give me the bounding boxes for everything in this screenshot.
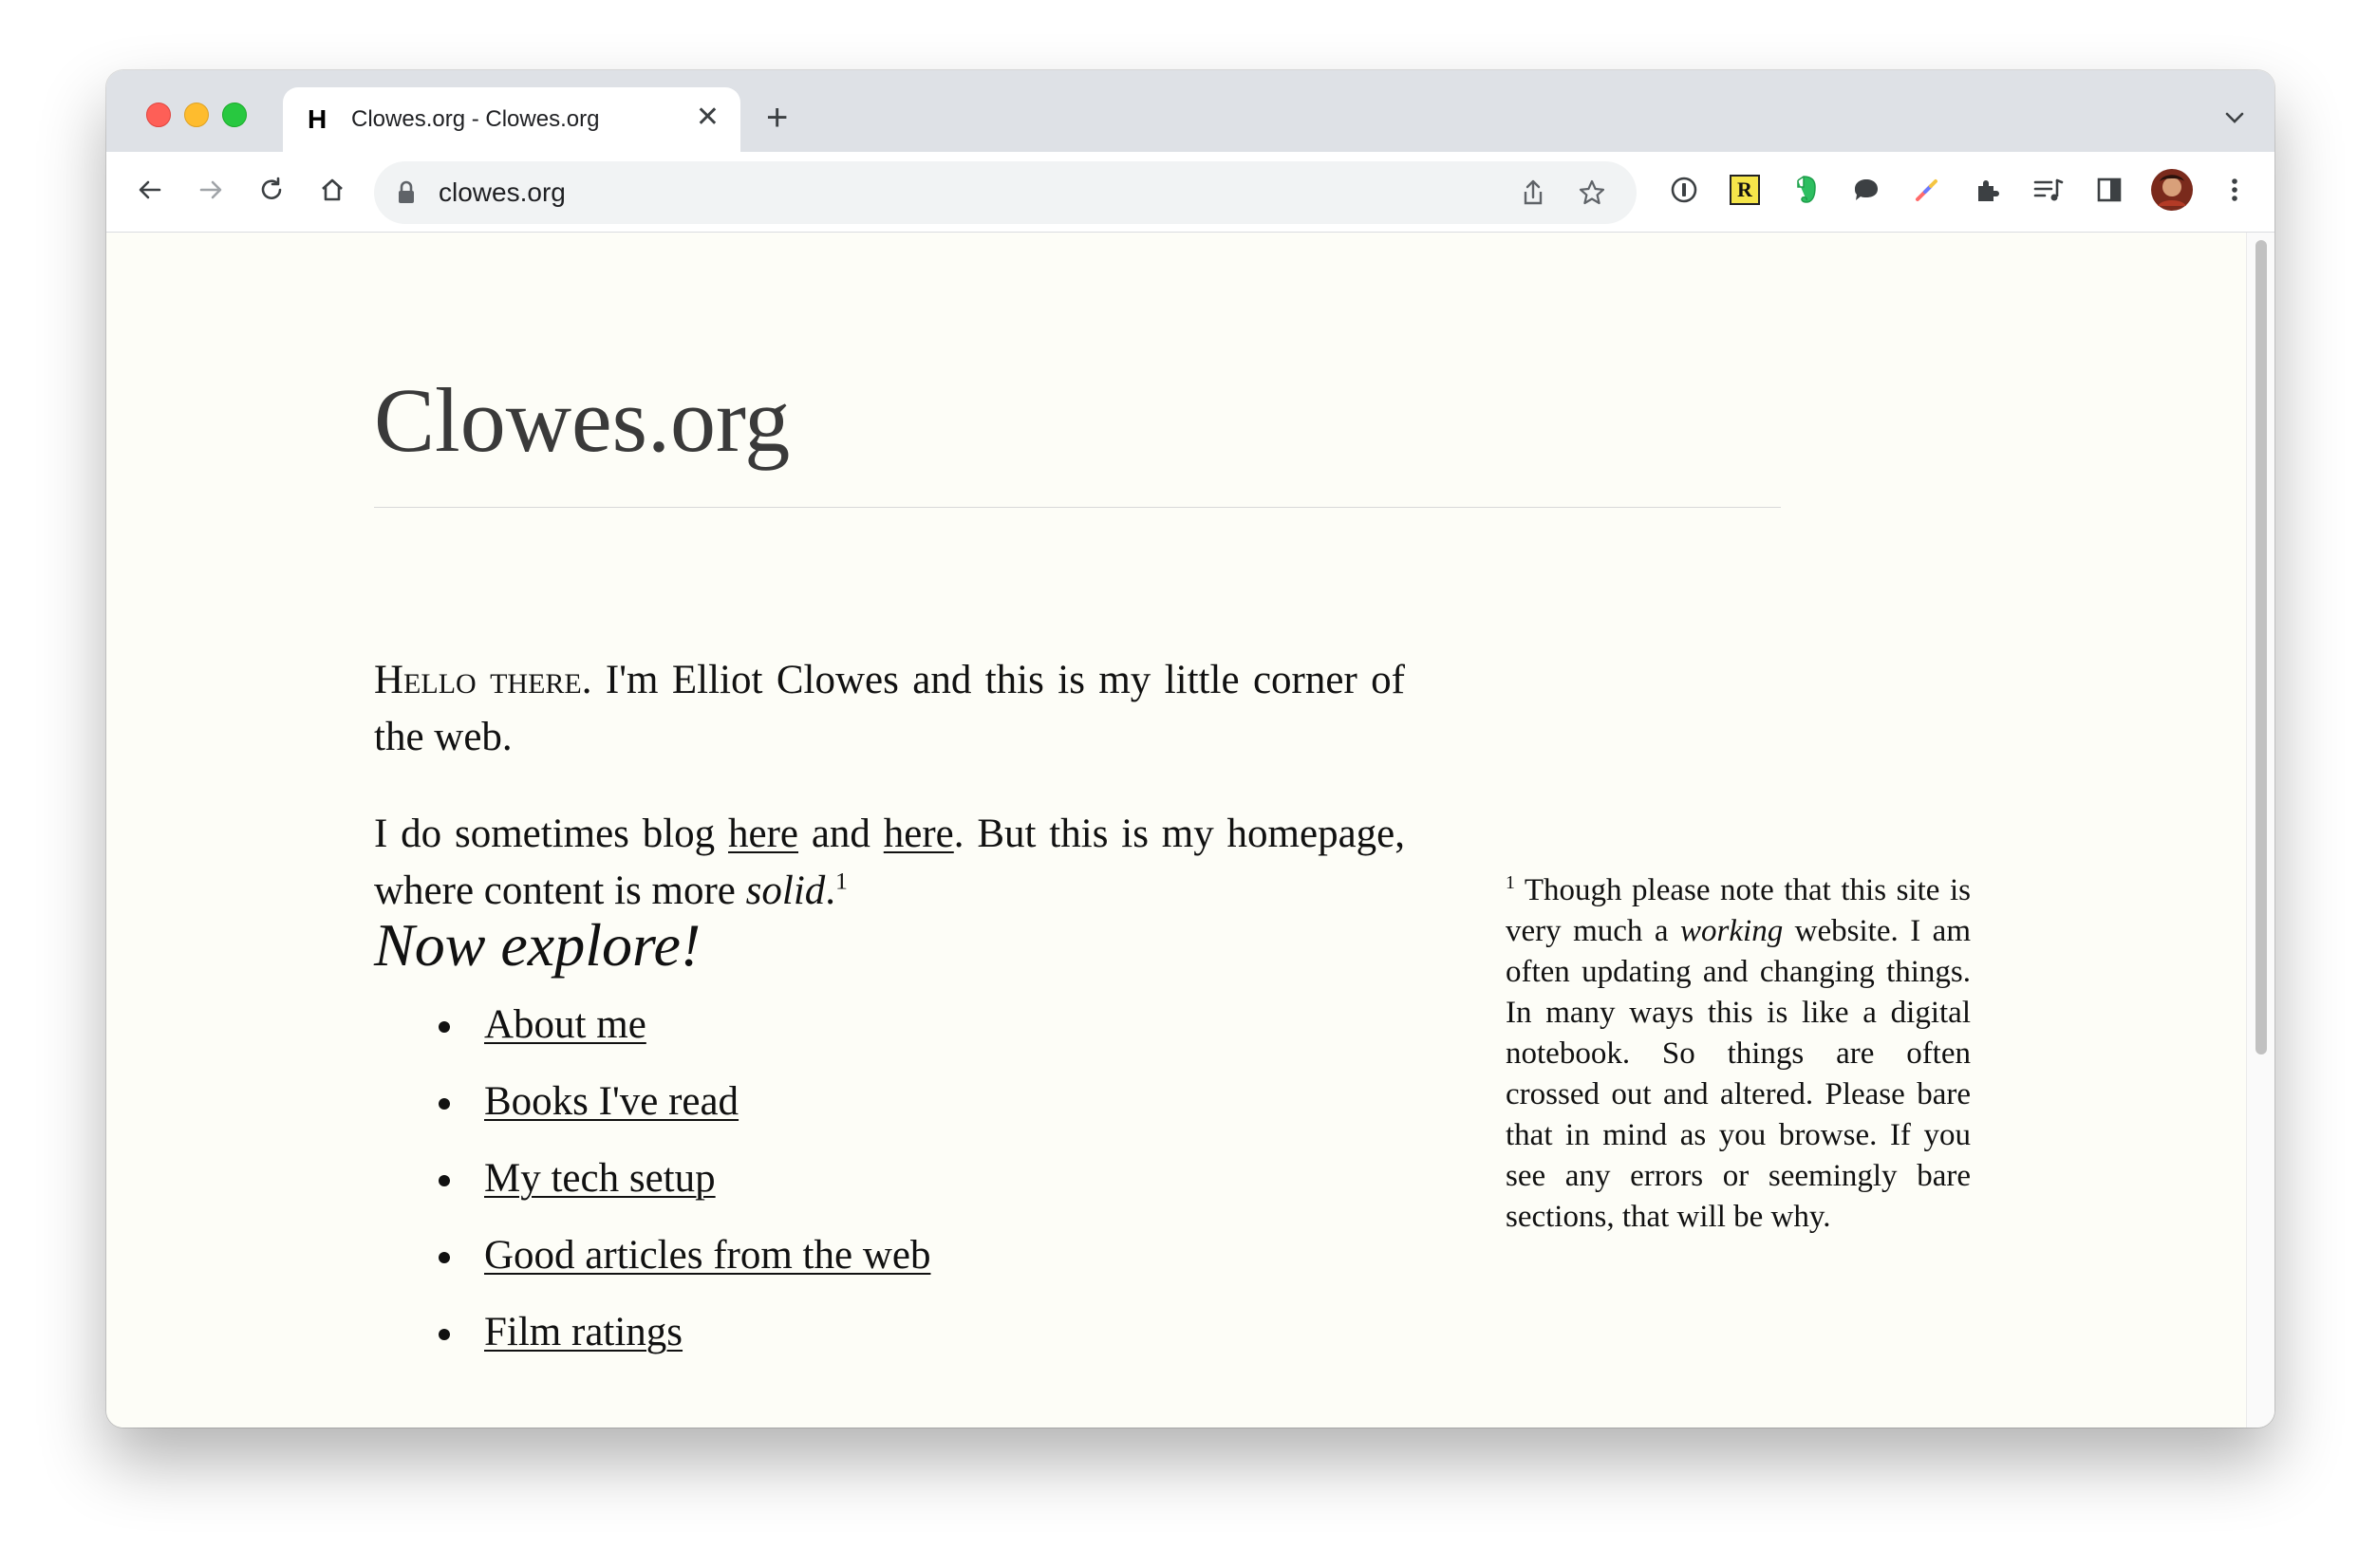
tech-setup-link[interactable]: My tech setup [484, 1156, 716, 1201]
extensions-button[interactable] [1969, 171, 2007, 209]
extensions-icon [1978, 180, 1999, 201]
chat-extension[interactable] [1847, 171, 1885, 209]
onepassword-extension[interactable] [1665, 171, 1703, 209]
new-tab-button[interactable]: + [766, 99, 788, 137]
forward-button[interactable] [190, 169, 232, 211]
list-item: My tech setup [431, 1155, 930, 1232]
share-icon [1524, 179, 1543, 205]
evernote-extension[interactable] [1787, 171, 1825, 209]
scrollbar[interactable] [2246, 233, 2274, 1428]
sidenote-number: 1 [1506, 872, 1515, 893]
address-bar[interactable]: clowes.org [374, 161, 1637, 224]
working-emphasis: working [1680, 914, 1784, 948]
readwise-extension[interactable]: R [1726, 171, 1764, 209]
about-me-link[interactable]: About me [484, 1002, 646, 1047]
readwise-label: R [1737, 177, 1752, 201]
browser-window: H Clowes.org - Clowes.org ✕ + clowes.org [106, 70, 2274, 1428]
solid-emphasis: solid [745, 868, 826, 913]
window-close-button[interactable] [146, 103, 171, 127]
window-maximize-button[interactable] [222, 103, 247, 127]
books-link[interactable]: Books I've read [484, 1079, 739, 1124]
blog-text-4: . [825, 868, 836, 913]
side-panel-icon [2097, 177, 2122, 202]
blog-link-2[interactable]: here [884, 812, 954, 856]
forward-icon [199, 180, 222, 199]
window-minimize-button[interactable] [184, 103, 209, 127]
profile-avatar [2151, 169, 2193, 211]
reading-list-button[interactable] [2030, 171, 2068, 209]
list-item: About me [431, 1001, 930, 1078]
favicon-icon: H [308, 104, 328, 134]
blog-paragraph: I do sometimes blog here and here. But t… [374, 806, 1405, 920]
blog-link-1[interactable]: here [728, 812, 798, 856]
tab-close-button[interactable]: ✕ [696, 103, 720, 133]
evernote-icon [1797, 176, 1816, 203]
readwise-icon: R [1730, 175, 1760, 205]
chevron-down-icon [2225, 112, 2244, 123]
more-menu-icon [2232, 178, 2237, 201]
film-ratings-link[interactable]: Film ratings [484, 1310, 683, 1354]
side-panel-button[interactable] [2090, 171, 2128, 209]
onepassword-icon [1671, 177, 1697, 203]
more-menu-button[interactable] [2216, 171, 2254, 209]
title-divider [374, 507, 1781, 508]
list-item: Film ratings [431, 1309, 930, 1386]
good-articles-link[interactable]: Good articles from the web [484, 1233, 930, 1278]
intro-lead: Hello there. [374, 658, 592, 702]
list-item: Books I've read [431, 1078, 930, 1155]
color-picker-icon [1916, 179, 1937, 201]
list-item: Good articles from the web [431, 1232, 930, 1309]
url-text: clowes.org [439, 177, 566, 207]
footnote-ref[interactable]: 1 [835, 868, 848, 895]
intro-paragraph: Hello there. I'm Elliot Clowes and this … [374, 652, 1405, 766]
chat-icon [1855, 179, 1878, 200]
tab-search-button[interactable] [2223, 103, 2246, 132]
scrollbar-thumb[interactable] [2255, 240, 2267, 1055]
home-button[interactable] [311, 169, 353, 211]
reload-button[interactable] [251, 169, 292, 211]
share-button[interactable] [1517, 177, 1549, 209]
profile-button[interactable] [2149, 167, 2195, 213]
reading-list-icon [2033, 178, 2064, 201]
home-icon [322, 178, 343, 201]
bookmark-star-icon [1579, 179, 1605, 205]
page-title: Clowes.org [374, 369, 791, 471]
tab-strip: H Clowes.org - Clowes.org ✕ + [106, 70, 2274, 152]
browser-toolbar: clowes.org R [106, 152, 2274, 233]
bookmark-button[interactable] [1576, 177, 1608, 209]
reload-icon [261, 177, 282, 199]
blog-text-1: I do sometimes blog [374, 812, 729, 856]
lock-icon [399, 180, 414, 203]
tab-clowes[interactable]: H Clowes.org - Clowes.org ✕ [283, 87, 740, 152]
back-button[interactable] [129, 169, 171, 211]
page-content: Clowes.org Hello there. I'm Elliot Clowe… [106, 233, 2246, 1428]
back-icon [139, 180, 161, 199]
sidenote: 1 Though please note that this site is v… [1506, 870, 1971, 1238]
color-picker-extension[interactable] [1908, 171, 1946, 209]
explore-heading: Now explore! [374, 911, 702, 979]
tab-title: Clowes.org - Clowes.org [351, 106, 600, 132]
blog-text-2: and [798, 812, 884, 856]
explore-links-list: About me Books I've read My tech setup G… [431, 1001, 930, 1386]
sidenote-text-2: website. I am often updating and changin… [1506, 914, 1971, 1234]
